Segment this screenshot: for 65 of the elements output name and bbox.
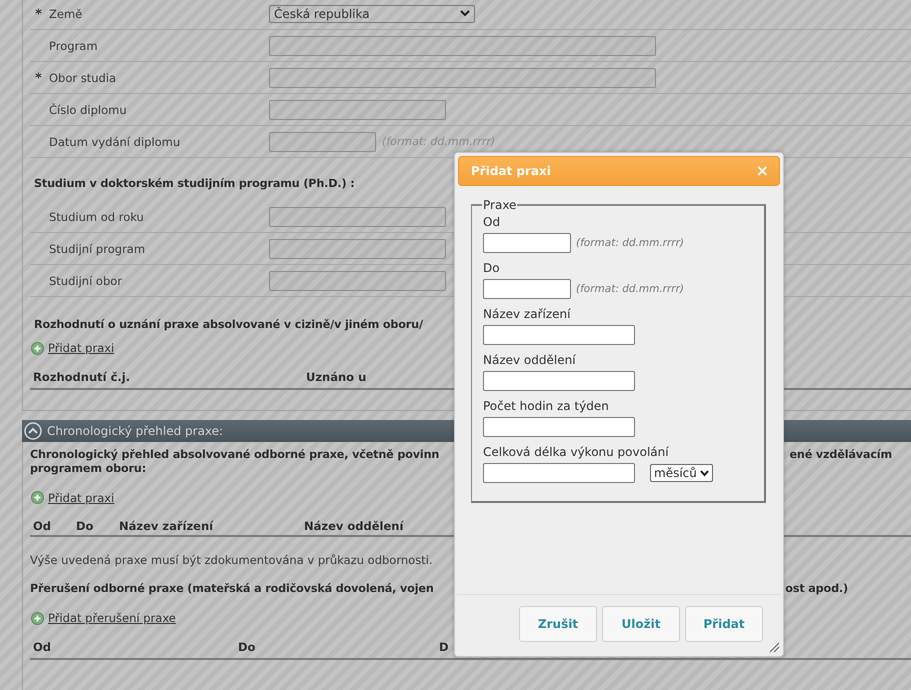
format-hint: (format: dd.mm.rrrr) <box>576 283 684 295</box>
input-field[interactable] <box>483 325 635 345</box>
resize-handle-icon[interactable] <box>769 642 780 653</box>
unit-select[interactable]: měsíců <box>650 464 713 482</box>
input-field[interactable] <box>269 68 656 88</box>
add-link[interactable]: Přidat přerušení praxe <box>31 610 176 626</box>
input-field[interactable] <box>483 417 635 437</box>
chevron-icon <box>460 10 470 17</box>
field-label: Studium od roku <box>49 210 144 224</box>
country-select[interactable]: Česká republika <box>269 4 475 22</box>
input-field[interactable] <box>269 100 446 120</box>
chevron-icon <box>700 470 709 476</box>
input-field[interactable] <box>483 279 571 299</box>
column-header: Uznáno u <box>306 368 366 384</box>
input-field[interactable] <box>269 132 376 152</box>
plus-icon <box>31 612 44 624</box>
field-label: Obor studia <box>49 70 116 84</box>
input-field[interactable] <box>483 371 635 391</box>
section-title: Chronologický přehled praxe: <box>47 424 224 438</box>
dialog-title: Přidat praxi <box>471 164 551 178</box>
plus-icon <box>31 342 44 354</box>
intro-text: ené vzdělávacím <box>789 448 892 462</box>
input-field[interactable] <box>483 463 635 483</box>
column-header: Název zařízení <box>119 518 214 534</box>
dialog-button[interactable]: Uložit <box>602 606 680 642</box>
column-header: Do <box>76 518 94 534</box>
dialog-button[interactable]: Zrušit <box>519 606 597 642</box>
input-field[interactable] <box>269 270 446 290</box>
section-heading: ost apod.) <box>785 581 848 597</box>
fieldset-legend: Praxe <box>482 199 518 211</box>
add-link[interactable]: Přidat praxi <box>31 490 114 506</box>
dialog-button[interactable]: Přidat <box>685 606 763 642</box>
field-label: Datum vydání diplomu <box>49 134 180 148</box>
info-text: Výše uvedená praxe musí být zdokumentována v průkazu odbornosti. <box>30 552 434 568</box>
format-hint: (format: dd.mm.rrrr) <box>382 135 496 148</box>
section-heading: Studium v doktorském studijním programu (Ph.D.) : <box>33 176 355 192</box>
input-field[interactable] <box>269 238 446 258</box>
format-hint: (format: dd.mm.rrrr) <box>576 237 684 249</box>
field-label: Země <box>49 6 82 20</box>
field-label: Číslo diplomu <box>49 102 127 116</box>
add-link[interactable]: Přidat praxi <box>31 340 114 356</box>
field-label: Studijní program <box>49 242 146 256</box>
column-header: Od <box>33 638 52 654</box>
field-label: Počet hodin za týden <box>483 398 610 415</box>
input-field[interactable] <box>483 233 571 253</box>
field-label: Název zařízení <box>483 306 572 323</box>
input-field[interactable] <box>269 206 446 226</box>
column-header: Rozhodnutí č.j. <box>33 368 130 384</box>
field-label: Název oddělení <box>483 352 577 369</box>
intro-text: Chronologický přehled absolvované odborné praxe, včetně povinn <box>30 448 440 462</box>
input-field[interactable] <box>269 36 656 56</box>
section-heading: Rozhodnutí o uznání praxe absolvované v cizině/v jiném oboru/ <box>33 317 423 333</box>
section-heading: Přerušení odborné praxe (mateřská a rodičovská dovolená, vojen <box>30 581 434 597</box>
column-header: Od <box>33 518 52 534</box>
field-label: Do <box>483 260 501 277</box>
field-label: Od <box>483 214 502 231</box>
field-label: Celková délka výkonu povolání <box>483 444 670 461</box>
field-label: Studijní obor <box>49 274 122 288</box>
field-label: Program <box>49 38 98 52</box>
collapse-icon[interactable] <box>24 422 42 440</box>
intro-text: programem oboru: <box>30 462 146 476</box>
plus-icon <box>31 491 44 504</box>
column-header: Název oddělení <box>304 518 404 534</box>
column-header: Do <box>238 638 256 654</box>
column-header: D <box>439 638 449 654</box>
